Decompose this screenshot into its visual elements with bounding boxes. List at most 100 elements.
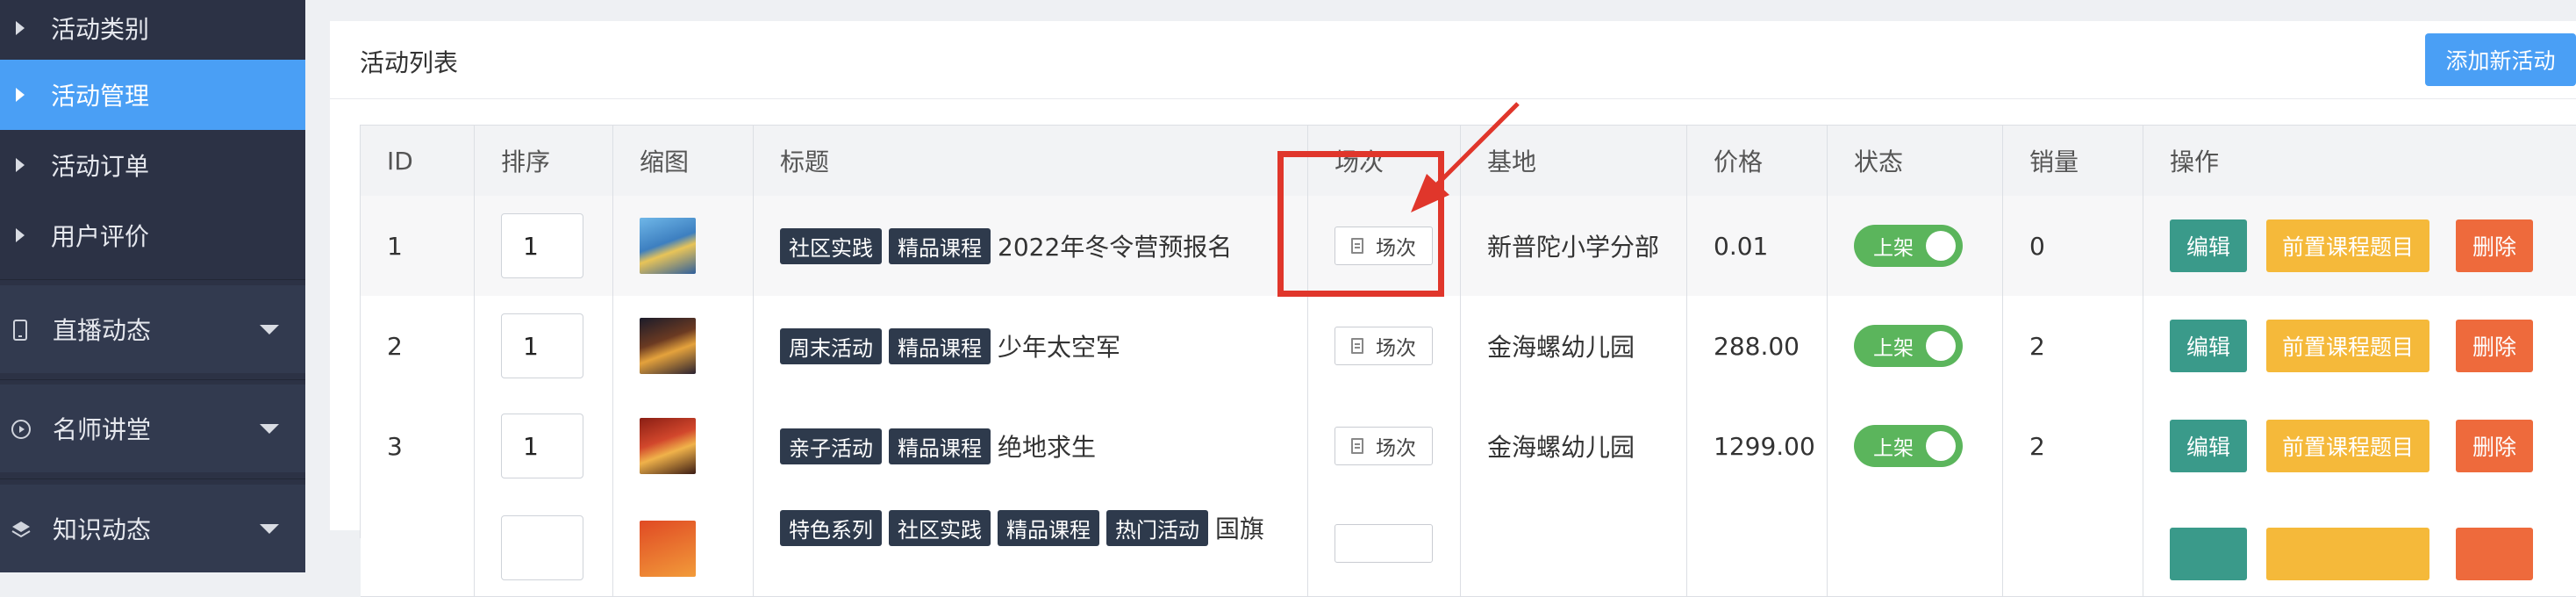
- sidebar-group-label: 知识动态: [53, 515, 152, 544]
- sidebar-item-label: 活动类别: [51, 15, 150, 44]
- column-header-sales: 销量: [2003, 126, 2143, 196]
- activity-title: 2022年冬令营预报名: [998, 233, 1233, 262]
- chevron-down-icon: [260, 523, 279, 534]
- panel-header: 活动列表 添加新活动: [330, 21, 2576, 99]
- id-cell: [361, 496, 475, 596]
- caret-right-icon: [16, 158, 25, 172]
- column-header-sort: 排序: [475, 126, 613, 196]
- id-cell: 1: [361, 196, 475, 296]
- sidebar-item-activity-category[interactable]: 活动类别: [0, 0, 305, 56]
- actions-cell: [2143, 496, 2576, 596]
- sidebar-group-knowledge-news[interactable]: 知识动态: [0, 485, 305, 572]
- category-tag: 精品课程: [998, 510, 1099, 546]
- status-cell: [1828, 496, 2003, 596]
- sidebar: 活动类别 活动管理 活动订单 用户评价 直播动态 名师讲堂 知识动态: [0, 0, 305, 572]
- price-cell: 288.00: [1687, 296, 1828, 396]
- category-tag: 精品课程: [889, 327, 991, 364]
- activity-title: 少年太空军: [998, 333, 1121, 362]
- session-cell: 场次: [1308, 296, 1461, 396]
- delete-button[interactable]: 删除: [2456, 320, 2533, 372]
- column-header-actions: 操作: [2170, 147, 2220, 176]
- sidebar-item-activity-management[interactable]: 活动管理: [0, 60, 305, 130]
- chevron-down-icon: [260, 324, 279, 334]
- prerequisite-questions-button[interactable]: [2266, 528, 2429, 580]
- column-header-id: ID: [361, 126, 475, 196]
- sidebar-item-user-reviews[interactable]: 用户评价: [0, 200, 305, 270]
- add-activity-button[interactable]: 添加新活动: [2425, 33, 2576, 86]
- session-cell: [1308, 496, 1461, 596]
- base-cell: 金海螺幼儿园: [1461, 396, 1687, 496]
- sort-input[interactable]: 1: [501, 414, 583, 478]
- toggle-knob: [1926, 431, 1956, 461]
- sidebar-item-activity-orders[interactable]: 活动订单: [0, 130, 305, 200]
- sort-input[interactable]: 1: [501, 313, 583, 378]
- category-tag: 社区实践: [889, 510, 991, 546]
- status-toggle-label: 上架: [1873, 437, 1914, 460]
- session-button[interactable]: 场次: [1335, 427, 1433, 465]
- sales-cell: 0: [2003, 196, 2143, 296]
- sidebar-group-teacher-lectures[interactable]: 名师讲堂: [0, 385, 305, 472]
- sidebar-item-label: 活动订单: [51, 152, 150, 181]
- edit-button[interactable]: 编辑: [2170, 320, 2247, 372]
- category-tag: 特色系列: [780, 510, 882, 546]
- layers-icon: [11, 519, 31, 538]
- status-toggle[interactable]: 上架: [1854, 225, 1963, 267]
- activity-title: 绝地求生: [998, 433, 1097, 462]
- sort-cell: 1: [475, 396, 613, 496]
- id-cell: 3: [361, 396, 475, 496]
- thumbnail-cell: [613, 396, 754, 496]
- sidebar-item-label: 活动管理: [51, 82, 150, 111]
- session-button-label: 场次: [1376, 437, 1416, 460]
- table-row: 特色系列 社区实践 精品课程 热门活动 国旗: [361, 496, 2576, 597]
- activity-thumbnail: [640, 218, 696, 274]
- chevron-down-icon: [260, 423, 279, 434]
- page-title: 活动列表: [360, 48, 459, 77]
- title-cell: 特色系列 社区实践 精品课程 热门活动 国旗: [754, 496, 1308, 596]
- sidebar-divider: [0, 478, 305, 479]
- status-toggle[interactable]: 上架: [1854, 325, 1963, 367]
- title-cell: 周末活动 精品课程 少年太空军: [754, 296, 1308, 396]
- activity-thumbnail: [640, 418, 696, 474]
- sort-cell: 1: [475, 196, 613, 296]
- toggle-knob: [1926, 331, 1956, 361]
- status-toggle-label: 上架: [1873, 337, 1914, 360]
- table-row: 3 1 亲子活动 精品课程 绝地求生 场次 金海螺幼儿园 1299.00 上架 …: [361, 396, 2576, 497]
- category-tag: 社区实践: [780, 227, 882, 264]
- delete-button[interactable]: [2456, 528, 2533, 580]
- column-header-status: 状态: [1828, 126, 2003, 196]
- sort-cell: 1: [475, 296, 613, 396]
- edit-button[interactable]: 编辑: [2170, 219, 2247, 272]
- prerequisite-questions-button[interactable]: 前置课程题目: [2266, 219, 2429, 272]
- sidebar-divider: [0, 379, 305, 380]
- column-header-title: 标题: [754, 126, 1308, 196]
- edit-button[interactable]: [2170, 528, 2247, 580]
- category-tag: 精品课程: [889, 227, 991, 264]
- status-toggle[interactable]: 上架: [1854, 425, 1963, 467]
- caret-right-icon: [16, 228, 25, 242]
- status-cell: 上架: [1828, 296, 2003, 396]
- prerequisite-questions-button[interactable]: 前置课程题目: [2266, 420, 2429, 472]
- sidebar-divider: [0, 279, 305, 280]
- delete-button[interactable]: 删除: [2456, 219, 2533, 272]
- toggle-knob: [1926, 231, 1956, 261]
- actions-cell: 编辑 前置课程题目 删除: [2143, 296, 2576, 396]
- edit-button[interactable]: 编辑: [2170, 420, 2247, 472]
- sort-input[interactable]: [501, 515, 583, 580]
- title-cell: 社区实践 精品课程 2022年冬令营预报名: [754, 196, 1308, 296]
- session-cell: 场次: [1308, 396, 1461, 496]
- category-tag: 亲子活动: [780, 428, 882, 464]
- prerequisite-questions-button[interactable]: 前置课程题目: [2266, 320, 2429, 372]
- actions-cell: 编辑 前置课程题目 删除: [2143, 196, 2576, 296]
- delete-button[interactable]: 删除: [2456, 420, 2533, 472]
- title-cell: 亲子活动 精品课程 绝地求生: [754, 396, 1308, 496]
- document-icon: [1351, 438, 1363, 454]
- play-circle-icon: [11, 419, 31, 439]
- category-tag: 精品课程: [889, 428, 991, 464]
- category-tag: 热门活动: [1106, 510, 1208, 546]
- caret-right-icon: [16, 88, 25, 102]
- sidebar-group-live-news[interactable]: 直播动态: [0, 285, 305, 373]
- sidebar-group-label: 直播动态: [53, 316, 152, 345]
- sort-input[interactable]: 1: [501, 213, 583, 278]
- session-button[interactable]: 场次: [1335, 327, 1433, 365]
- phone-icon: [11, 320, 30, 341]
